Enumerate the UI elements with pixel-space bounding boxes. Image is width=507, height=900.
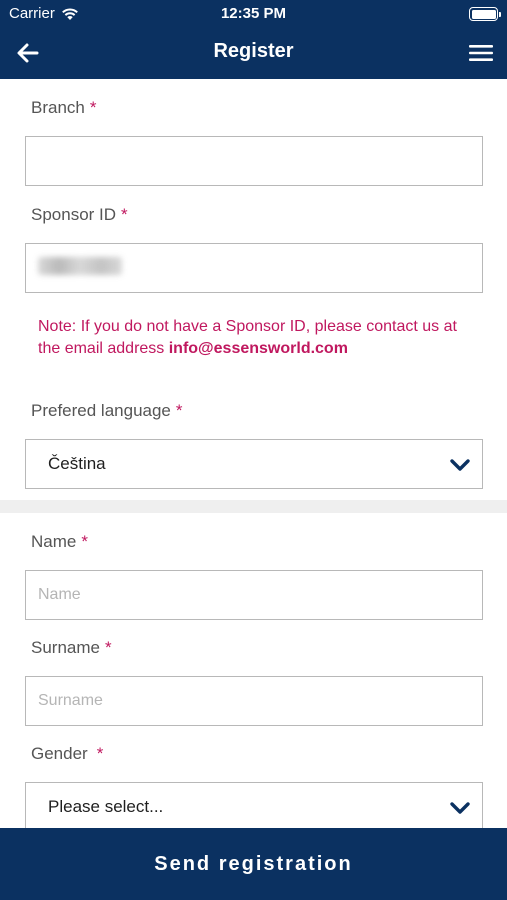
branch-label: Branch * — [31, 98, 97, 117]
chevron-down-icon — [450, 802, 470, 814]
status-time: 12:35 PM — [220, 5, 287, 22]
branch-input[interactable] — [25, 136, 483, 186]
name-label: Name * — [31, 532, 88, 551]
sponsor-id-note: Note: If you do not have a Sponsor ID, p… — [38, 316, 478, 360]
page-title: Register — [213, 40, 294, 62]
hamburger-menu-icon[interactable] — [467, 40, 495, 66]
status-bar: Carrier 12:35 PM — [0, 0, 507, 28]
contact-email-link[interactable]: info@essensworld.com — [169, 340, 348, 357]
required-marker: * — [175, 401, 183, 420]
required-marker: * — [96, 744, 104, 763]
navigation-bar: Register — [0, 28, 507, 79]
sponsor-id-label: Sponsor ID * — [31, 205, 128, 224]
send-registration-button[interactable]: Send registration — [0, 828, 507, 900]
gender-label: Gender * — [31, 744, 104, 763]
preferred-language-value: Čeština — [48, 454, 106, 473]
required-marker: * — [81, 532, 88, 551]
surname-label: Surname * — [31, 638, 112, 657]
required-marker: * — [121, 205, 128, 224]
required-marker: * — [89, 98, 97, 117]
battery-icon — [469, 7, 501, 21]
sponsor-id-redacted-value — [38, 257, 122, 275]
surname-input[interactable] — [25, 676, 483, 726]
required-marker: * — [104, 638, 112, 657]
preferred-language-select[interactable]: Čeština — [25, 439, 483, 489]
gender-value: Please select... — [48, 797, 164, 816]
chevron-down-icon — [450, 459, 470, 471]
gender-select[interactable]: Please select... — [25, 782, 483, 832]
name-input[interactable] — [25, 570, 483, 620]
preferred-language-label: Prefered language * — [31, 401, 183, 420]
section-divider — [0, 500, 507, 513]
